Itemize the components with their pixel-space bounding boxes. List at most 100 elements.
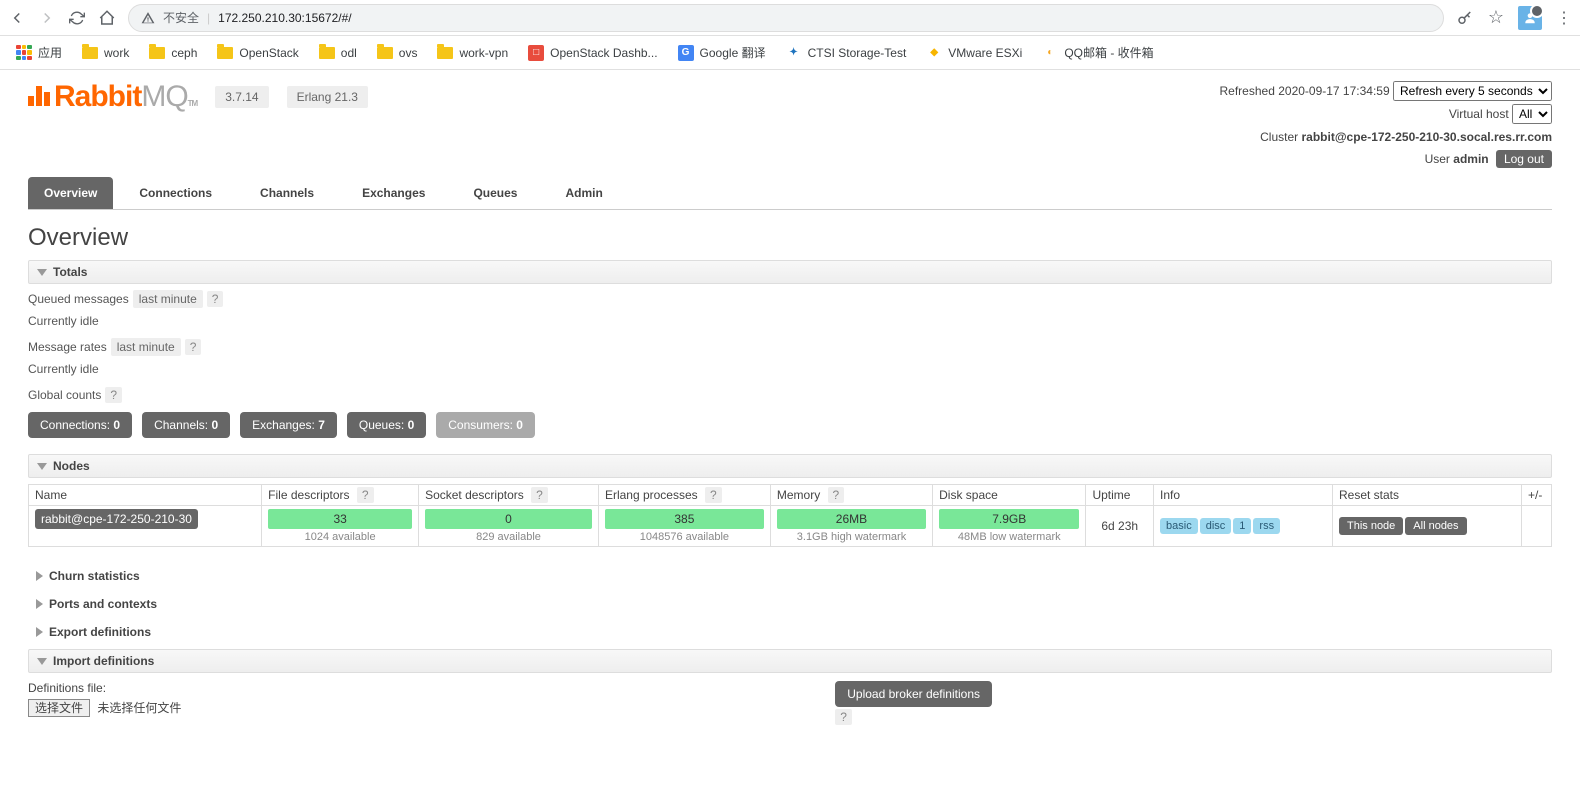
bookmark-item[interactable]: □OpenStack Dashb... (520, 41, 665, 65)
reset-button[interactable]: All nodes (1405, 517, 1466, 535)
column-header: File descriptors ? (262, 485, 419, 506)
bookmark-item[interactable]: ✦CTSI Storage-Test (778, 41, 915, 65)
rates-range[interactable]: last minute (111, 338, 181, 356)
nodes-table: NameFile descriptors ?Socket descriptors… (28, 484, 1552, 547)
bookmark-item[interactable]: odl (311, 42, 365, 64)
favicon-icon: ✦ (786, 45, 802, 61)
section-import[interactable]: Import definitions (28, 649, 1552, 673)
node-name[interactable]: rabbit@cpe-172-250-210-30 (35, 509, 198, 529)
info-tag[interactable]: basic (1160, 518, 1198, 534)
user-name: admin (1453, 152, 1488, 166)
upload-definitions-button[interactable]: Upload broker definitions (835, 681, 992, 707)
column-header: Name (29, 485, 262, 506)
bookmarks-bar: 应用 workcephOpenStackodlovswork-vpn□OpenS… (0, 36, 1580, 70)
count-box[interactable]: Exchanges: 7 (240, 412, 337, 438)
column-header: Socket descriptors ? (419, 485, 599, 506)
bookmark-item[interactable]: work-vpn (429, 42, 516, 64)
help-icon[interactable]: ? (531, 487, 548, 503)
profile-avatar[interactable] (1518, 6, 1542, 30)
table-row: rabbit@cpe-172-250-210-30 331024 availab… (29, 506, 1552, 547)
help-icon[interactable]: ? (705, 487, 722, 503)
tab-channels[interactable]: Channels (244, 177, 330, 209)
apps-button[interactable]: 应用 (8, 40, 70, 65)
bookmark-item[interactable]: ceph (141, 42, 205, 64)
key-icon[interactable] (1456, 9, 1474, 27)
bookmark-item[interactable]: ◐QQ邮箱 - 收件箱 (1034, 40, 1161, 65)
address-bar[interactable]: 不安全 | 172.250.210.30:15672/#/ (128, 4, 1444, 32)
folder-icon (149, 47, 165, 59)
bookmark-item[interactable]: work (74, 42, 137, 64)
tab-admin[interactable]: Admin (549, 177, 618, 209)
count-box[interactable]: Consumers: 0 (436, 412, 535, 438)
chevron-down-icon (37, 269, 47, 276)
page-title: Overview (28, 224, 1552, 252)
refresh-select[interactable]: Refresh every 5 seconds (1393, 81, 1552, 101)
warning-icon (141, 11, 155, 25)
folder-icon (437, 47, 453, 59)
column-header: Uptime (1086, 485, 1154, 506)
section-export[interactable]: Export definitions (28, 621, 1552, 643)
info-tag[interactable]: disc (1200, 518, 1232, 534)
version-badge: 3.7.14 (215, 86, 268, 108)
forward-icon[interactable] (38, 9, 56, 27)
column-header: Disk space (933, 485, 1086, 506)
rates-idle: Currently idle (28, 362, 1552, 376)
help-icon[interactable]: ? (835, 709, 852, 725)
rabbitmq-logo: RabbitMQTM (28, 80, 197, 114)
section-nodes[interactable]: Nodes (28, 454, 1552, 478)
chevron-right-icon (36, 571, 43, 581)
help-icon[interactable]: ? (185, 339, 202, 355)
column-header: Info (1154, 485, 1333, 506)
help-icon[interactable]: ? (105, 387, 122, 403)
section-totals[interactable]: Totals (28, 260, 1552, 284)
info-tag[interactable]: rss (1253, 518, 1280, 534)
count-box[interactable]: Connections: 0 (28, 412, 132, 438)
column-header: Memory ? (770, 485, 932, 506)
logout-button[interactable]: Log out (1496, 150, 1552, 168)
main-tabs: Overview Connections Channels Exchanges Queu… (28, 177, 1552, 210)
logo-area: RabbitMQTM 3.7.14 Erlang 21.3 (28, 80, 368, 114)
tab-exchanges[interactable]: Exchanges (346, 177, 441, 209)
queued-range[interactable]: last minute (133, 290, 203, 308)
favicon-icon: □ (528, 45, 544, 61)
favicon-icon: ◐ (1042, 45, 1058, 61)
uptime: 6d 23h (1086, 506, 1154, 547)
bookmark-item[interactable]: ◆VMware ESXi (918, 41, 1030, 65)
chevron-right-icon (36, 627, 43, 637)
section-churn[interactable]: Churn statistics (28, 565, 1552, 587)
cluster-name: rabbit@cpe-172-250-210-30.socal.res.rr.c… (1302, 130, 1553, 144)
back-icon[interactable] (8, 9, 26, 27)
menu-icon[interactable]: ⋮ (1556, 8, 1572, 28)
folder-icon (82, 47, 98, 59)
star-icon[interactable]: ☆ (1488, 7, 1504, 28)
folder-icon (217, 47, 233, 59)
tab-queues[interactable]: Queues (457, 177, 533, 209)
home-icon[interactable] (98, 9, 116, 27)
bookmark-item[interactable]: ovs (369, 42, 426, 64)
tab-connections[interactable]: Connections (123, 177, 228, 209)
insecure-label: 不安全 (163, 9, 199, 26)
folder-icon (319, 47, 335, 59)
folder-icon (377, 47, 393, 59)
vhost-select[interactable]: All (1512, 104, 1552, 124)
choose-file-button[interactable]: 选择文件 (28, 699, 90, 717)
expand-toggle[interactable] (1522, 506, 1552, 547)
info-tag[interactable]: 1 (1233, 518, 1251, 534)
column-header: +/- (1522, 485, 1552, 506)
section-ports[interactable]: Ports and contexts (28, 593, 1552, 615)
count-box[interactable]: Queues: 0 (347, 412, 426, 438)
help-icon[interactable]: ? (828, 487, 845, 503)
favicon-icon: ◆ (926, 45, 942, 61)
tab-overview[interactable]: Overview (28, 177, 113, 209)
chevron-right-icon (36, 599, 43, 609)
count-box[interactable]: Channels: 0 (142, 412, 230, 438)
url-text: 172.250.210.30:15672/#/ (218, 11, 351, 25)
chevron-down-icon (37, 463, 47, 470)
help-icon[interactable]: ? (357, 487, 374, 503)
column-header: Erlang processes ? (598, 485, 770, 506)
reset-button[interactable]: This node (1339, 517, 1403, 535)
bookmark-item[interactable]: OpenStack (209, 42, 306, 64)
help-icon[interactable]: ? (207, 291, 224, 307)
reload-icon[interactable] (68, 9, 86, 27)
bookmark-item[interactable]: GGoogle 翻译 (670, 40, 774, 65)
